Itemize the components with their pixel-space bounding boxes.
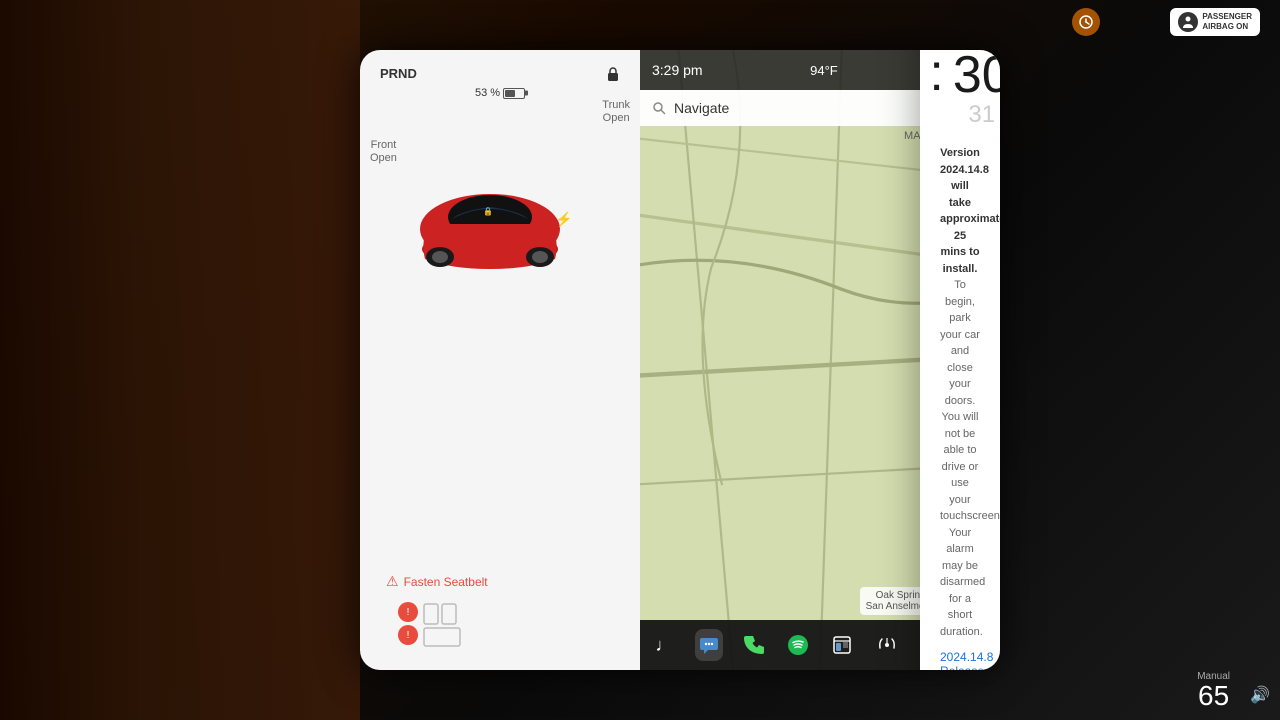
left-panel: PRND 53 % Trunk Open [360,50,640,670]
car-illustration: ⚡ 🔒 [390,129,590,289]
tesla-screen: PRND 53 % Trunk Open [360,50,1000,670]
battery-bar: 53 % [475,87,525,99]
prnd-bar: PRND [370,60,630,87]
prnd-label: PRND [380,66,417,81]
svg-text:🔒: 🔒 [483,207,493,216]
time-picker: 11 12 1 : 29 30 31 am [940,50,980,129]
seatbelt-badge-1: ! [398,602,418,622]
speed-display-area: Manual 65 [1197,671,1230,710]
lock-area [606,67,620,81]
seatbelt-icons-row: ! ! [398,602,622,652]
volume-icon[interactable]: 🔊 [1250,685,1270,705]
airbag-indicator: PASSENGERAIRBAG ON [1170,8,1260,36]
car-interior-bg [0,0,360,720]
trunk-open-label: Trunk Open [602,99,630,125]
car-view-area: Trunk Open Front Open [370,99,630,359]
modal-body: 11 12 1 : 29 30 31 am [920,50,1000,670]
clock-indicator-icon [1072,8,1100,36]
hour-column[interactable]: 11 12 1 [920,50,921,129]
browser-taskbar-icon[interactable] [828,629,857,661]
svg-text:⚡: ⚡ [555,211,572,228]
modal-overlay: ✕ Software Update 11 12 1 : [920,90,1000,620]
lock-icon [606,67,620,81]
chat-taskbar-icon[interactable] [695,629,724,661]
airbag-label: PASSENGERAIRBAG ON [1202,12,1252,31]
software-update-modal: ✕ Software Update 11 12 1 : [920,50,1000,670]
battery-icon [503,88,525,99]
seatbelt-badge-2: ! [398,625,418,645]
hour-digit[interactable]: 12 [920,50,921,101]
warning-area: ⚠ Fasten Seatbelt ! ! [370,557,630,660]
modal-description: Version 2024.14.8 will take approximatel… [940,145,980,640]
minute-column[interactable]: 29 30 31 [952,50,1000,129]
seat-diagram: ! ! [398,602,418,652]
fasten-seatbelt-warning: ⚠ Fasten Seatbelt [378,565,622,598]
time-colon: : [929,50,943,103]
music-icon[interactable]: ♩ [650,629,679,661]
warning-triangle-icon: ⚠ [386,573,399,590]
person-icon [1178,12,1198,32]
navigate-label: Navigate [674,100,729,116]
seat-layout-icon [422,602,462,652]
map-area: MANOR 3:29 pm 94°F Ezra Navigate [640,50,1000,670]
fasten-seatbelt-text: Fasten Seatbelt [404,575,488,589]
car-status-area: Trunk Open Front Open [370,99,630,660]
status-time: 3:29 pm [652,62,703,78]
search-icon [652,101,666,115]
phone-taskbar-icon[interactable] [739,629,768,661]
minute-digit[interactable]: 30 [952,50,1000,101]
description-bold: Version 2024.14.8 will take approximatel… [940,147,1000,275]
description-rest: To begin, park your car and close your d… [940,279,1000,638]
steering-taskbar-icon[interactable] [873,629,902,661]
battery-percent: 53 % [475,87,500,99]
speed-number: 65 [1197,682,1230,710]
spotify-taskbar-icon[interactable] [784,629,813,661]
status-temperature: 94°F [810,63,838,78]
battery-fill [505,90,515,97]
minute-next[interactable]: 31 [968,101,995,129]
release-notes-link[interactable]: 2024.14.8 Release Notes [940,650,980,670]
